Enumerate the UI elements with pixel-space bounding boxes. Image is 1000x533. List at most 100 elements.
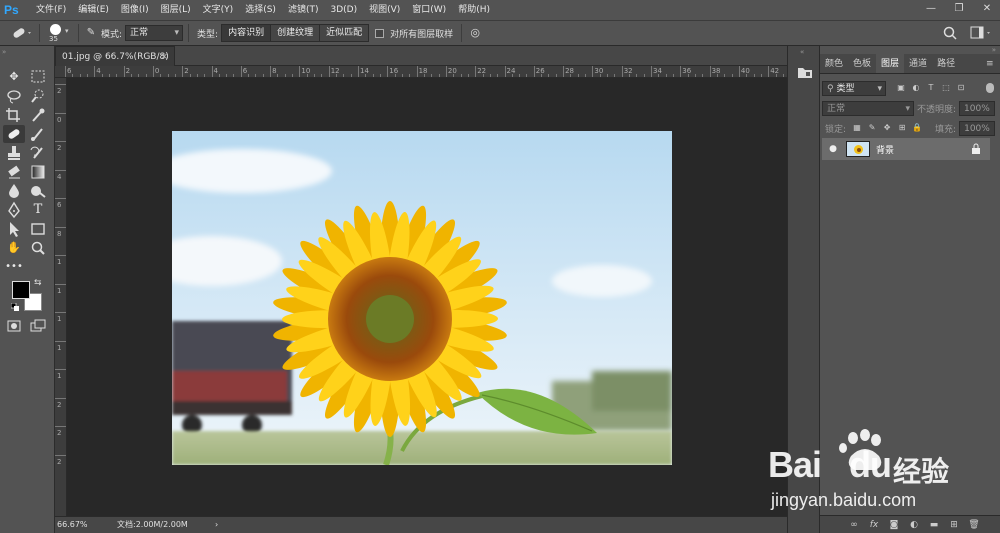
- default-colors-icon[interactable]: [10, 302, 19, 311]
- close-button[interactable]: ✕: [980, 2, 994, 16]
- healing-brush-tool-icon[interactable]: [3, 125, 25, 143]
- type-proximity-match[interactable]: 近似匹配: [320, 25, 369, 41]
- lock-transparent-icon[interactable]: ▦: [852, 123, 862, 133]
- delete-layer-icon[interactable]: 🗑: [968, 519, 980, 531]
- blur-tool-icon[interactable]: [3, 182, 25, 200]
- zoom-tool-icon[interactable]: [27, 239, 49, 257]
- tab-color[interactable]: 颜色: [820, 54, 848, 73]
- ruler-label: 36: [682, 67, 692, 75]
- type-content-aware[interactable]: 内容识别: [222, 25, 272, 41]
- close-document-icon[interactable]: ×: [160, 47, 168, 67]
- libraries-panel-icon[interactable]: [796, 64, 814, 80]
- mode-brush-icon[interactable]: ✎: [84, 26, 98, 40]
- filter-adjustment-icon[interactable]: ◐: [911, 83, 921, 93]
- lock-position-icon[interactable]: ✥: [882, 123, 892, 133]
- quick-selection-tool-icon[interactable]: [27, 87, 49, 105]
- lock-all-icon[interactable]: 🔒: [912, 123, 922, 133]
- sample-all-layers-checkbox[interactable]: [375, 28, 385, 38]
- move-tool-icon[interactable]: ✥: [3, 68, 25, 86]
- restore-button[interactable]: ❐: [952, 2, 966, 16]
- menu-item-window[interactable]: 窗口(W): [406, 0, 452, 20]
- marquee-tool-icon[interactable]: [27, 68, 49, 86]
- layer-row-background[interactable]: ● 背景: [822, 138, 990, 160]
- new-group-icon[interactable]: ▬: [928, 519, 940, 531]
- layer-name[interactable]: 背景: [876, 143, 894, 156]
- healing-brush-preset-icon[interactable]: [10, 24, 34, 42]
- menu-item-select[interactable]: 选择(S): [239, 0, 282, 20]
- menu-item-help[interactable]: 帮助(H): [452, 0, 496, 20]
- search-icon[interactable]: [942, 25, 958, 41]
- pressure-size-icon[interactable]: ◎: [467, 25, 483, 41]
- menu-item-image[interactable]: 图像(I): [115, 0, 155, 20]
- panel-menu-icon[interactable]: ≡: [986, 54, 1000, 73]
- dock-collapse-icon[interactable]: «: [800, 48, 804, 56]
- add-mask-icon[interactable]: ◙: [888, 519, 900, 531]
- link-layers-icon[interactable]: ∞: [848, 519, 860, 531]
- pen-tool-icon[interactable]: [3, 201, 25, 219]
- canvas-area[interactable]: [67, 78, 787, 516]
- adjustment-layer-icon[interactable]: ◐: [908, 519, 920, 531]
- dodge-tool-icon[interactable]: [27, 182, 49, 200]
- layer-filter-select[interactable]: ⚲ 类型 ▾: [822, 80, 886, 96]
- eye-icon[interactable]: ●: [826, 144, 840, 154]
- lasso-tool-icon[interactable]: [3, 87, 25, 105]
- menu-item-3d[interactable]: 3D(D): [324, 0, 363, 20]
- mode-select-value: 正常: [130, 28, 149, 38]
- filter-smart-object-icon[interactable]: ⊡: [956, 83, 966, 93]
- zoom-level[interactable]: 66.67%: [57, 517, 88, 533]
- type-tool-icon[interactable]: T: [27, 201, 49, 219]
- ruler-tick: [55, 340, 66, 342]
- menu-item-edit[interactable]: 编辑(E): [72, 0, 115, 20]
- blend-mode-select[interactable]: 正常 ▾: [822, 100, 914, 116]
- menu-item-view[interactable]: 视图(V): [363, 0, 406, 20]
- toolbar-collapse-icon[interactable]: »: [2, 48, 6, 56]
- screen-mode-icon[interactable]: [27, 317, 49, 335]
- filter-shape-icon[interactable]: ⬚: [941, 83, 951, 93]
- baidu-watermark: Bai du 经验 jingyan.baidu.com: [765, 428, 965, 518]
- foreground-color-swatch[interactable]: [12, 281, 30, 299]
- document-tab[interactable]: 01.jpg @ 66.7%(RGB/8) ×: [55, 46, 175, 66]
- quick-mask-icon[interactable]: [3, 317, 25, 335]
- brush-tool-icon[interactable]: [27, 125, 49, 143]
- tab-swatches[interactable]: 色板: [848, 54, 876, 73]
- history-brush-tool-icon[interactable]: [27, 144, 49, 162]
- watermark-brand: Bai: [768, 444, 822, 485]
- rectangle-tool-icon[interactable]: [27, 220, 49, 238]
- tab-channels[interactable]: 通道: [904, 54, 932, 73]
- fill-input[interactable]: 100%: [959, 120, 996, 136]
- new-layer-icon[interactable]: ⊞: [948, 519, 960, 531]
- mode-select[interactable]: 正常 ▾: [125, 25, 184, 41]
- type-create-texture[interactable]: 创建纹理: [271, 25, 321, 41]
- menu-item-filter[interactable]: 滤镜(T): [282, 0, 325, 20]
- layer-style-icon[interactable]: fx: [868, 519, 880, 531]
- eyedropper-tool-icon[interactable]: [27, 106, 49, 124]
- path-selection-tool-icon[interactable]: [3, 220, 25, 238]
- lock-artboard-icon[interactable]: ⊞: [897, 123, 907, 133]
- workspace-switcher-icon[interactable]: [970, 25, 994, 41]
- menu-item-layer[interactable]: 图层(L): [155, 0, 197, 20]
- minimize-button[interactable]: —: [924, 2, 938, 16]
- filter-toggle-icon[interactable]: [986, 83, 994, 93]
- fill-label: 填充:: [935, 124, 957, 135]
- ruler-tick: [55, 112, 66, 114]
- swap-colors-icon[interactable]: ⇆: [34, 278, 42, 288]
- status-arrow-icon[interactable]: ›: [215, 517, 218, 533]
- lock-pixels-icon[interactable]: ✎: [867, 123, 877, 133]
- filter-type-icon[interactable]: T: [926, 83, 936, 93]
- filter-pixel-icon[interactable]: ▣: [896, 83, 906, 93]
- hand-tool-icon[interactable]: ✋: [3, 239, 25, 257]
- tab-layers[interactable]: 图层: [876, 54, 905, 73]
- tab-paths[interactable]: 路径: [932, 54, 960, 73]
- panel-collapse-icon[interactable]: »: [992, 46, 996, 54]
- menu-item-file[interactable]: 文件(F): [30, 0, 72, 20]
- edit-toolbar-icon[interactable]: •••: [3, 258, 25, 276]
- brush-size-picker[interactable]: 35 ▾: [45, 21, 73, 45]
- menu-item-type[interactable]: 文字(Y): [197, 0, 240, 20]
- tools-panel: » ✥ T ✋ ••• ⇆: [0, 46, 55, 533]
- opacity-input[interactable]: 100%: [959, 100, 996, 116]
- crop-tool-icon[interactable]: [3, 106, 25, 124]
- clone-stamp-tool-icon[interactable]: [3, 144, 25, 162]
- eraser-tool-icon[interactable]: [3, 163, 25, 181]
- gradient-tool-icon[interactable]: [27, 163, 49, 181]
- ruler-label: 2: [57, 429, 62, 437]
